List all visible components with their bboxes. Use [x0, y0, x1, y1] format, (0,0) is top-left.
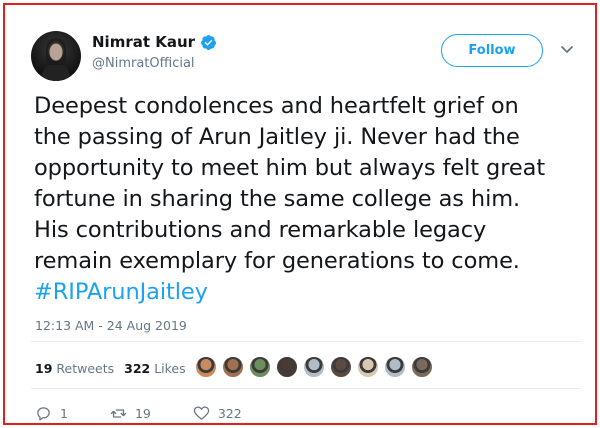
- tweet-text-line: opportunity to meet him but always felt …: [34, 155, 546, 181]
- likes-count: 322: [124, 361, 151, 376]
- tweet-text-line: fortune in sharing the same college as h…: [34, 186, 521, 212]
- liker-avatar[interactable]: [357, 356, 379, 378]
- liker-avatar[interactable]: [303, 356, 325, 378]
- author-avatar[interactable]: [31, 31, 81, 81]
- retweets-label: Retweets: [56, 361, 115, 376]
- author-name-row: Nimrat Kaur: [92, 33, 217, 51]
- tweet-text-line: the passing of Arun Jaitley ji. Never ha…: [34, 124, 520, 150]
- tweet-card: Nimrat Kaur @NimratOfficial Follow Deepe…: [3, 3, 597, 425]
- divider: [31, 388, 581, 389]
- liker-avatar[interactable]: [276, 356, 298, 378]
- author-handle[interactable]: @NimratOfficial: [92, 56, 195, 71]
- tweet-timestamp[interactable]: 12:13 AM - 24 Aug 2019: [35, 318, 187, 333]
- liker-avatar[interactable]: [195, 356, 217, 378]
- retweet-count: 19: [134, 406, 151, 421]
- retweets-stat[interactable]: 19 Retweets: [35, 361, 114, 376]
- like-count: 322: [217, 406, 242, 421]
- retweets-count: 19: [35, 361, 53, 376]
- liker-avatar[interactable]: [330, 356, 352, 378]
- tweet-text-line: remain exemplary for generations to come…: [34, 248, 520, 274]
- tweet-actions: 1 19 322: [35, 405, 284, 422]
- liker-avatars: [195, 356, 433, 378]
- reply-button[interactable]: 1: [35, 405, 68, 422]
- tweet-text-line: His contributions and remarkable legacy: [34, 217, 487, 243]
- liker-avatar[interactable]: [249, 356, 271, 378]
- reply-icon: [37, 407, 50, 421]
- retweet-button[interactable]: 19: [110, 405, 151, 422]
- follow-button[interactable]: Follow: [441, 34, 543, 67]
- retweet-icon: [110, 409, 127, 418]
- divider: [31, 341, 581, 342]
- engagement-stats: 19 Retweets 322 Likes: [35, 361, 186, 376]
- liker-avatar[interactable]: [222, 356, 244, 378]
- like-button[interactable]: 322: [193, 405, 242, 422]
- likes-label: Likes: [154, 361, 186, 376]
- tweet-text: Deepest condolences and heartfelt grief …: [34, 91, 594, 308]
- reply-count: 1: [60, 406, 68, 421]
- likes-stat[interactable]: 322 Likes: [124, 361, 186, 376]
- hashtag-link[interactable]: #RIPArunJaitley: [34, 277, 594, 308]
- verified-badge-icon: [201, 34, 217, 50]
- liker-avatar[interactable]: [411, 356, 433, 378]
- heart-icon: [193, 406, 210, 420]
- tweet-text-line: Deepest condolences and heartfelt grief …: [34, 93, 519, 119]
- liker-avatar[interactable]: [384, 356, 406, 378]
- author-name[interactable]: Nimrat Kaur: [92, 33, 195, 51]
- chevron-down-icon[interactable]: [560, 45, 574, 55]
- avatar-portrait-icon: [41, 38, 71, 81]
